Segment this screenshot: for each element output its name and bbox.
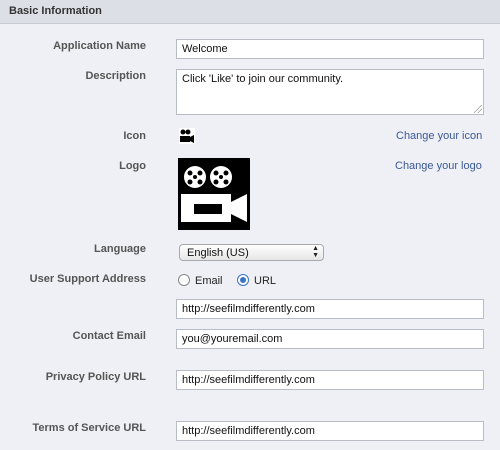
resize-grip-icon[interactable] [474,105,482,113]
description-textarea[interactable]: Click 'Like' to join our community. [176,69,484,115]
section-title: Basic Information [9,5,102,17]
contact-email-input[interactable]: you@youremail.com [176,329,484,349]
updown-arrows-icon: ▲ ▼ [312,245,319,259]
app-name-label: Application Name [53,40,146,52]
privacy-policy-label: Privacy Policy URL [45,371,146,383]
language-selected-value: English (US) [187,247,249,259]
description-text: Click 'Like' to join our community. [182,73,344,85]
icon-label: Icon [123,130,146,142]
terms-of-service-label: Terms of Service URL [32,422,146,434]
support-email-radio-label: Email [195,275,223,287]
change-logo-link[interactable]: Change your logo [395,160,482,172]
support-email-radio[interactable] [178,274,190,286]
film-camera-icon [179,128,195,144]
privacy-policy-input[interactable]: http://seefilmdifferently.com [176,370,484,390]
support-address-label: User Support Address [29,273,146,285]
language-select[interactable]: English (US) ▲ ▼ [179,244,324,261]
language-label: Language [94,243,146,255]
section-header: Basic Information [0,0,500,24]
support-url-radio-label: URL [254,275,277,287]
change-icon-link[interactable]: Change your icon [396,130,482,142]
contact-email-label: Contact Email [72,330,146,342]
app-name-input[interactable]: Welcome [176,39,484,59]
description-label: Description [85,70,146,82]
logo-label: Logo [119,160,146,172]
support-url-radio[interactable] [237,274,249,286]
terms-of-service-input[interactable]: http://seefilmdifferently.com [176,421,484,441]
film-camera-logo [178,158,250,230]
support-url-input[interactable]: http://seefilmdifferently.com [176,299,484,319]
